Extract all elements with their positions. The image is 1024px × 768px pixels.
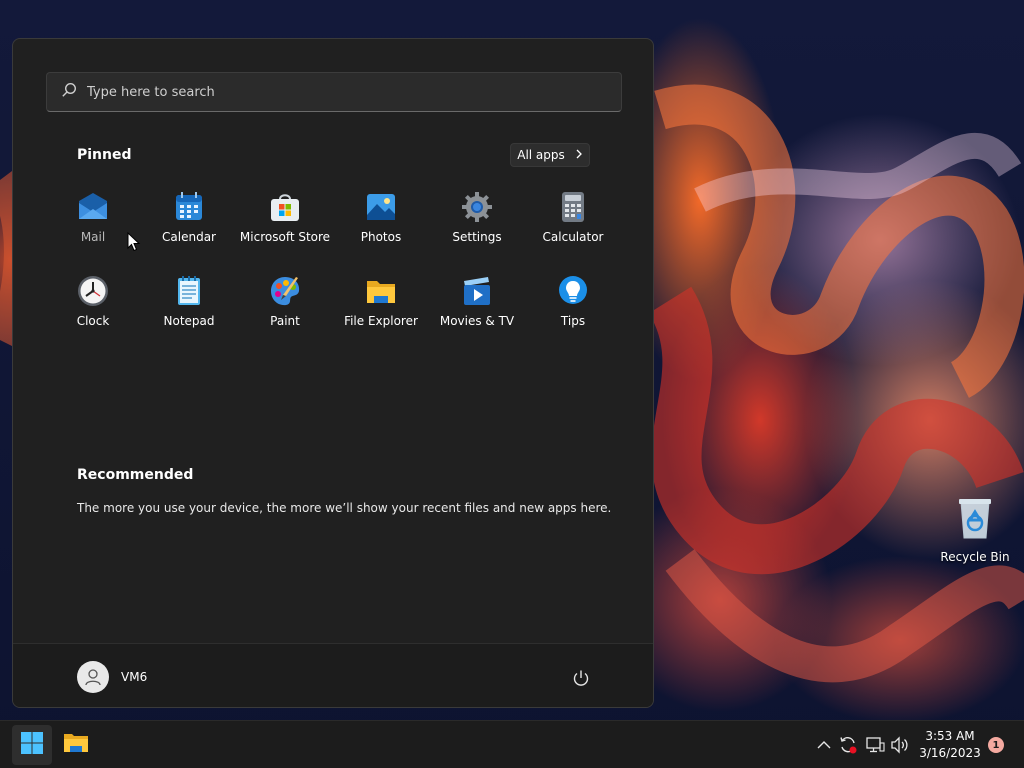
folder-icon	[63, 731, 89, 759]
notepad-icon	[173, 275, 205, 307]
start-search-box[interactable]	[46, 72, 622, 112]
pinned-app-tips[interactable]: Tips	[525, 269, 621, 353]
pinned-app-file-explorer[interactable]: File Explorer	[333, 269, 429, 353]
pinned-apps-grid: Mail Calendar Microsoft Store Photos Set…	[45, 185, 621, 353]
movies-icon	[461, 275, 493, 307]
sync-icon[interactable]	[838, 735, 858, 755]
tips-icon	[557, 275, 589, 307]
app-name: Photos	[360, 230, 402, 244]
chevron-up-icon[interactable]	[814, 735, 834, 755]
pinned-section-title: Pinned	[77, 147, 132, 163]
recycle-bin-shortcut[interactable]: Recycle Bin	[934, 496, 1016, 564]
pinned-app-photos[interactable]: Photos	[333, 185, 429, 269]
clock-time: 3:53 AM	[925, 729, 975, 743]
pinned-app-clock[interactable]: Clock	[45, 269, 141, 353]
pinned-app-movies-tv[interactable]: Movies & TV	[429, 269, 525, 353]
recommended-section-title: Recommended	[77, 467, 194, 483]
power-button[interactable]	[569, 668, 593, 692]
app-name: Paint	[270, 314, 300, 328]
all-apps-button[interactable]: All apps	[510, 143, 590, 167]
search-input[interactable]	[87, 84, 587, 100]
pinned-app-settings[interactable]: Settings	[429, 185, 525, 269]
gear-icon	[461, 191, 493, 223]
start-button[interactable]	[12, 725, 52, 765]
mail-icon	[77, 191, 109, 223]
windows-logo-icon	[20, 731, 44, 759]
recycle-bin-label: Recycle Bin	[940, 550, 1010, 564]
network-icon[interactable]	[865, 735, 885, 755]
user-name: VM6	[121, 670, 148, 684]
start-menu: Pinned All apps Mail	[12, 38, 654, 708]
app-name: Tips	[560, 314, 586, 328]
pinned-app-notepad[interactable]: Notepad	[141, 269, 237, 353]
clock-date: 3/16/2023	[919, 746, 981, 760]
taskbar: 3:53 AM 3/16/2023 1	[0, 720, 1024, 768]
user-account-button[interactable]: VM6	[77, 660, 147, 694]
taskbar-clock[interactable]: 3:53 AM 3/16/2023	[912, 728, 988, 762]
pinned-app-calendar[interactable]: Calendar	[141, 185, 237, 269]
all-apps-label: All apps	[517, 148, 565, 162]
recommended-empty-message: The more you use your device, the more w…	[77, 501, 612, 515]
folder-icon	[365, 275, 397, 307]
app-name: Mail	[80, 230, 106, 244]
app-name: Notepad	[163, 314, 215, 328]
search-icon	[61, 82, 77, 102]
paint-icon	[269, 275, 301, 307]
recycle-bin-icon	[955, 496, 995, 544]
notification-badge[interactable]: 1	[988, 737, 1004, 753]
calendar-icon	[173, 191, 205, 223]
store-icon	[269, 191, 301, 223]
app-name: Clock	[76, 314, 110, 328]
pinned-app-mail[interactable]: Mail	[45, 185, 141, 269]
chevron-right-icon	[575, 148, 583, 162]
calculator-icon	[557, 191, 589, 223]
taskbar-file-explorer-button[interactable]	[56, 725, 96, 765]
app-name: File Explorer	[344, 314, 418, 328]
pinned-app-paint[interactable]: Paint	[237, 269, 333, 353]
app-name: Movies & TV	[439, 314, 515, 328]
app-name: Settings	[452, 230, 502, 244]
pinned-app-microsoft-store[interactable]: Microsoft Store	[237, 185, 333, 269]
user-icon	[85, 669, 101, 686]
app-name: Microsoft Store	[239, 230, 331, 244]
app-name: Calculator	[542, 230, 604, 244]
mouse-cursor-icon	[127, 231, 141, 256]
avatar	[77, 661, 109, 693]
power-icon	[572, 669, 590, 691]
photos-icon	[365, 191, 397, 223]
start-user-bar: VM6	[13, 643, 653, 707]
volume-icon[interactable]	[890, 735, 910, 755]
pinned-app-calculator[interactable]: Calculator	[525, 185, 621, 269]
clock-icon	[77, 275, 109, 307]
app-name: Calendar	[162, 230, 216, 244]
